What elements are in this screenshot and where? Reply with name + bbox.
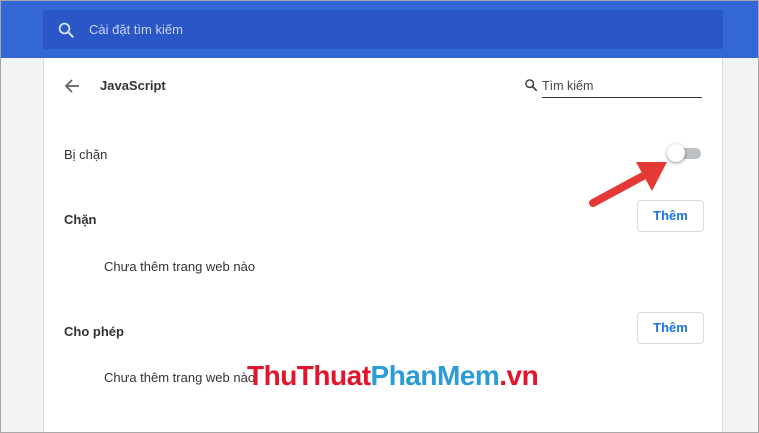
watermark-part-2: PhanMem — [370, 360, 500, 391]
search-icon — [525, 79, 538, 92]
block-section-title: Chặn — [64, 212, 97, 227]
settings-search-bar[interactable]: Cài đặt tìm kiếm — [43, 10, 723, 49]
allow-section-title: Cho phép — [64, 324, 124, 339]
site-search — [524, 76, 704, 98]
annotation-arrow-icon — [589, 162, 667, 207]
watermark-part-3: .vn — [499, 360, 539, 391]
allow-empty-text: Chưa thêm trang web nào — [104, 370, 256, 385]
block-empty-text: Chưa thêm trang web nào — [104, 259, 256, 274]
blocked-toggle-label: Bị chặn — [64, 147, 108, 162]
settings-header-band: Cài đặt tìm kiếm — [1, 1, 758, 58]
settings-search-placeholder[interactable]: Cài đặt tìm kiếm — [89, 22, 183, 37]
watermark-logo: ThuThuatPhanMem.vn — [247, 360, 539, 392]
browser-viewport: Cài đặt tìm kiếm JavaScript Bị chặn Chặn… — [0, 0, 759, 433]
search-icon — [58, 22, 74, 38]
watermark-part-1: ThuThuat — [247, 360, 371, 391]
site-search-input[interactable] — [542, 76, 702, 98]
back-arrow-icon[interactable] — [64, 78, 80, 94]
add-allowed-site-button[interactable]: Thêm — [637, 312, 704, 344]
page-title: JavaScript — [100, 78, 166, 93]
